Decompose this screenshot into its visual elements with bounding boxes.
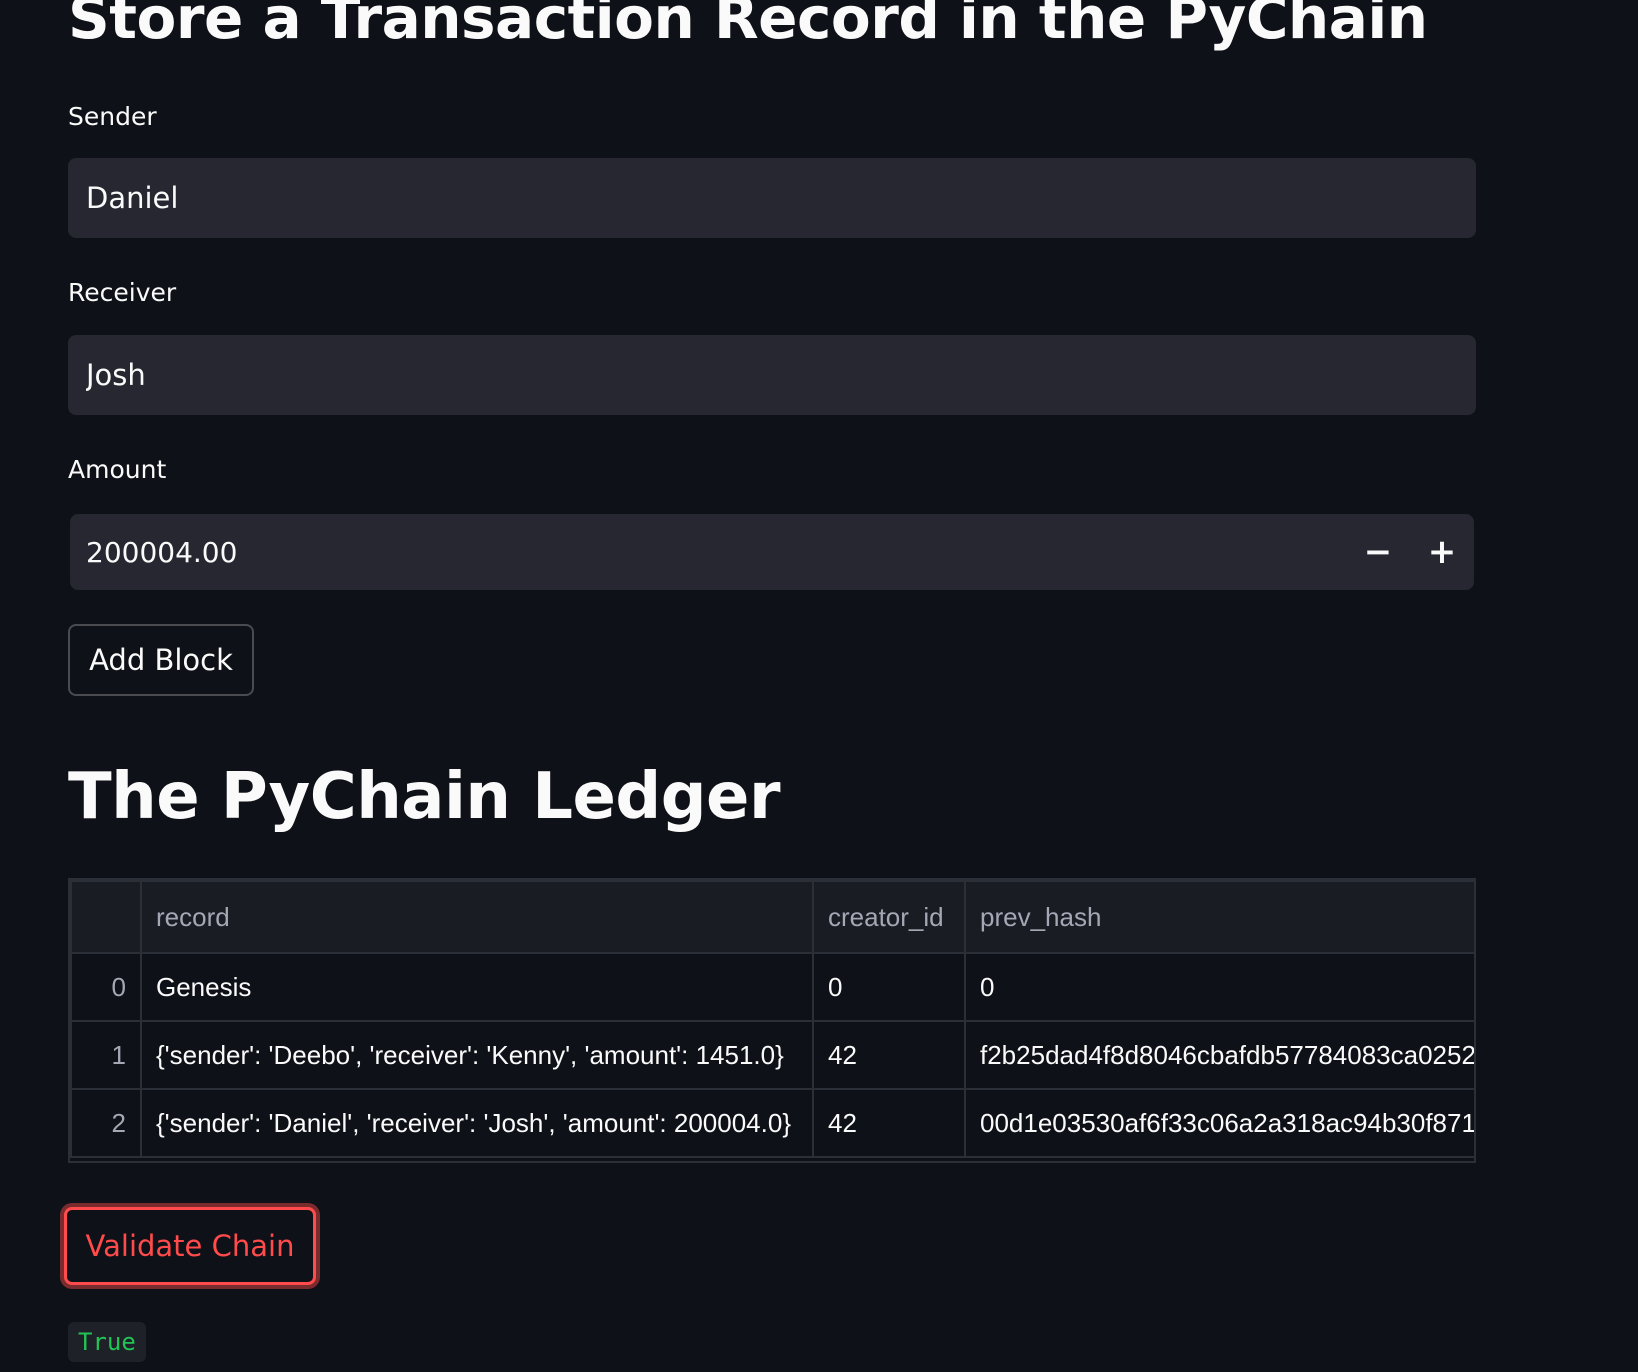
creator-id-cell[interactable]: 42: [812, 1020, 966, 1090]
sender-input[interactable]: [68, 158, 1476, 238]
row-index: 2: [70, 1088, 142, 1158]
column-header-index[interactable]: [70, 880, 142, 954]
creator-id-cell[interactable]: 42: [812, 1088, 966, 1158]
form-title: Store a Transaction Record in the PyChai…: [68, 0, 1428, 52]
record-cell[interactable]: Genesis: [140, 952, 814, 1022]
table-header-row: record creator_id prev_hash: [70, 880, 1474, 954]
column-header-creator-id[interactable]: creator_id: [812, 880, 966, 954]
sender-field-container: [68, 158, 1476, 238]
amount-label: Amount: [68, 455, 167, 484]
receiver-field-container: [68, 335, 1476, 415]
record-cell[interactable]: {'sender': 'Daniel', 'receiver': 'Josh',…: [140, 1088, 814, 1158]
increment-button[interactable]: +: [1410, 514, 1474, 590]
sender-label: Sender: [68, 102, 157, 131]
prev-hash-cell[interactable]: 00d1e03530af6f33c06a2a318ac94b30f8715: [964, 1088, 1474, 1158]
decrement-button[interactable]: −: [1346, 514, 1410, 590]
app-page: Store a Transaction Record in the PyChai…: [0, 0, 1638, 1372]
ledger-table[interactable]: record creator_id prev_hash 0 Genesis 0 …: [68, 878, 1476, 1163]
row-index: 0: [70, 952, 142, 1022]
validation-result: True: [68, 1322, 146, 1362]
record-cell[interactable]: {'sender': 'Deebo', 'receiver': 'Kenny',…: [140, 1020, 814, 1090]
prev-hash-cell[interactable]: f2b25dad4f8d8046cbafdb57784083ca0252: [964, 1020, 1474, 1090]
receiver-label: Receiver: [68, 278, 177, 307]
add-block-button[interactable]: Add Block: [68, 624, 254, 696]
column-header-record[interactable]: record: [140, 880, 814, 954]
column-header-prev-hash[interactable]: prev_hash: [964, 880, 1474, 954]
receiver-input[interactable]: [68, 335, 1476, 415]
amount-stepper: − +: [70, 514, 1474, 590]
ledger-heading: The PyChain Ledger: [68, 760, 781, 834]
table-row: 1 {'sender': 'Deebo', 'receiver': 'Kenny…: [70, 1020, 1474, 1090]
prev-hash-cell[interactable]: 0: [964, 952, 1474, 1022]
table-row: 2 {'sender': 'Daniel', 'receiver': 'Josh…: [70, 1088, 1474, 1158]
table-row: 0 Genesis 0 0: [70, 952, 1474, 1022]
row-index: 1: [70, 1020, 142, 1090]
creator-id-cell[interactable]: 0: [812, 952, 966, 1022]
validate-chain-button[interactable]: Validate Chain: [64, 1207, 316, 1285]
amount-input[interactable]: [70, 514, 1346, 590]
